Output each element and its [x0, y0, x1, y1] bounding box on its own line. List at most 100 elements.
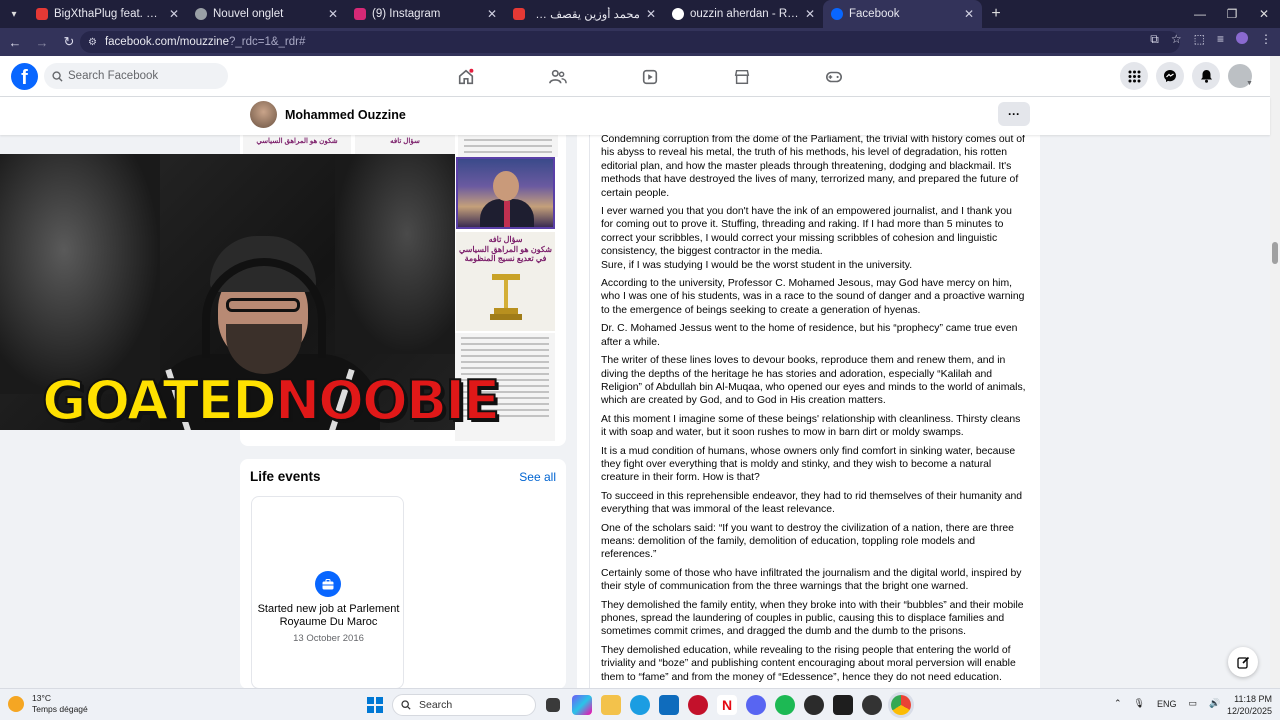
- nav-gaming[interactable]: [788, 56, 880, 97]
- politician-photo[interactable]: [456, 157, 555, 229]
- bookmark-star-icon[interactable]: ☆: [1171, 32, 1182, 47]
- volume-icon[interactable]: 🔊: [1209, 698, 1220, 709]
- life-event-tile[interactable]: Started new job at Parlement Royaume Du …: [251, 496, 404, 689]
- network-icon[interactable]: ▭: [1189, 698, 1198, 709]
- search-input[interactable]: Search Facebook: [44, 63, 228, 89]
- friends-icon: [549, 69, 567, 84]
- nav-video[interactable]: [604, 56, 696, 97]
- netflix-icon[interactable]: N: [717, 695, 737, 715]
- extensions-icon[interactable]: ⬚: [1194, 32, 1205, 47]
- chevron-down-icon: ▼: [1246, 79, 1253, 87]
- facebook-logo-icon[interactable]: f: [11, 63, 38, 90]
- nav-marketplace[interactable]: [696, 56, 788, 97]
- menu-kebab-icon[interactable]: ⋮: [1260, 32, 1272, 47]
- language-indicator[interactable]: ENG: [1157, 699, 1177, 709]
- tab-search-icon[interactable]: ▾: [0, 0, 28, 28]
- account-avatar[interactable]: ▼: [1228, 62, 1256, 90]
- news-clipping-text[interactable]: [458, 135, 558, 157]
- taskbar-apps: N: [543, 695, 911, 715]
- browser-tab[interactable]: BigXthaPlug feat. Offset - Climb ✕: [28, 0, 187, 28]
- header-actions: ▼: [1120, 62, 1256, 90]
- browser-tab[interactable]: Nouvel onglet ✕: [187, 0, 346, 28]
- event-title: Started new job at Parlement Royaume Du …: [257, 603, 400, 628]
- browser-tab-strip: ▾ BigXthaPlug feat. Offset - Climb ✕ Nou…: [0, 0, 1280, 28]
- chrome-icon[interactable]: [891, 695, 911, 715]
- windows-start-icon[interactable]: [367, 697, 383, 713]
- clipping-headline: سؤال تافه: [390, 138, 420, 145]
- weather-widget[interactable]: 13°C Temps dégagé: [8, 693, 88, 715]
- google-favicon-icon: [672, 8, 684, 20]
- address-bar[interactable]: ⚙ facebook.com/mouzzine?_rdc=1&_rdr#: [80, 31, 1180, 53]
- spotify-icon[interactable]: [775, 695, 795, 715]
- page-scrollbar[interactable]: [1270, 56, 1280, 688]
- discord-icon[interactable]: [746, 695, 766, 715]
- xbox-icon[interactable]: [804, 695, 824, 715]
- profile-avatar[interactable]: [250, 101, 277, 128]
- forward-icon[interactable]: →: [30, 30, 54, 54]
- microphone-icon[interactable]: 🎙: [1134, 698, 1145, 709]
- install-app-icon[interactable]: ⧉: [1150, 32, 1159, 47]
- browser-tab[interactable]: ouzzin aherdan - Recherche Goo ✕: [664, 0, 823, 28]
- tab-label: Facebook: [849, 8, 900, 20]
- browser-tab[interactable]: محمد أوزين يقصف شوف تيفي ✕: [505, 0, 664, 28]
- tab-close-icon[interactable]: ✕: [169, 7, 179, 21]
- more-options-button[interactable]: ···: [998, 102, 1030, 126]
- reload-icon[interactable]: ↻: [57, 30, 81, 54]
- task-view-icon[interactable]: [546, 698, 560, 712]
- youtube-favicon-icon: [513, 8, 525, 20]
- copilot-icon[interactable]: [572, 695, 592, 715]
- see-all-link[interactable]: See all: [519, 470, 556, 484]
- tab-label: ouzzin aherdan - Recherche Goo: [690, 8, 799, 20]
- chevron-up-icon[interactable]: ⌃: [1114, 698, 1122, 709]
- media-icon[interactable]: ≡: [1217, 32, 1224, 47]
- instagram-favicon-icon: [354, 8, 366, 20]
- event-date: 13 October 2016: [293, 633, 364, 644]
- tab-close-icon[interactable]: ✕: [328, 7, 338, 21]
- profile-avatar-icon[interactable]: [1236, 32, 1248, 44]
- menu-grid-icon[interactable]: [1120, 62, 1148, 90]
- site-info-icon[interactable]: ⚙: [88, 37, 97, 48]
- sun-icon: [8, 696, 24, 712]
- tab-label: (9) Instagram: [372, 8, 441, 20]
- post-paragraph: I ever warned you that you don't have th…: [601, 206, 1012, 271]
- section-title: Life events: [250, 469, 321, 484]
- media-app-icon[interactable]: [688, 695, 708, 715]
- taskbar-search[interactable]: Search: [392, 694, 536, 716]
- tab-close-icon[interactable]: ✕: [646, 7, 656, 21]
- date: 12/20/2025: [1226, 706, 1272, 716]
- back-icon[interactable]: ←: [3, 30, 27, 54]
- clock[interactable]: 11:18 PM 12/20/2025: [1222, 693, 1272, 717]
- maximize-icon[interactable]: ❐: [1216, 0, 1248, 28]
- gaming-icon: [825, 71, 843, 82]
- windows-taskbar: 13°C Temps dégagé Search N ⌃ 🎙 ENG ▭ 🔊 11…: [0, 688, 1280, 720]
- new-message-button[interactable]: [1228, 647, 1258, 677]
- notifications-bell-icon[interactable]: [1192, 62, 1220, 90]
- nav-home[interactable]: [420, 56, 512, 97]
- time: 11:18 PM: [1234, 694, 1272, 704]
- search-icon: [52, 70, 63, 82]
- post-card: Condemning corruption from the dome of t…: [577, 134, 1040, 688]
- award-image[interactable]: سؤال تافه شكون هو المراهق السياسي في تعديع…: [456, 232, 555, 331]
- tab-close-icon[interactable]: ✕: [487, 7, 497, 21]
- tab-close-icon[interactable]: ✕: [805, 7, 815, 21]
- tab-close-icon[interactable]: ✕: [964, 7, 974, 21]
- close-window-icon[interactable]: ✕: [1248, 0, 1280, 28]
- minimize-icon[interactable]: —: [1184, 0, 1216, 28]
- profile-name[interactable]: Mohammed Ouzzine: [285, 108, 406, 122]
- youtube-favicon-icon: [36, 8, 48, 20]
- game-launcher-icon[interactable]: [862, 695, 882, 715]
- edge-icon[interactable]: [630, 695, 650, 715]
- award-headline: سؤال تافه شكون هو المراهق السياسي في تعديع…: [459, 235, 552, 264]
- messenger-icon[interactable]: [1156, 62, 1184, 90]
- post-paragraph: Condemning corruption from the dome of t…: [601, 134, 1025, 199]
- scrollbar-thumb[interactable]: [1272, 242, 1278, 264]
- store-icon[interactable]: [659, 695, 679, 715]
- nav-friends[interactable]: [512, 56, 604, 97]
- post-paragraph: It is a mud condition of humans, whose o…: [601, 445, 1016, 484]
- file-explorer-icon[interactable]: [601, 695, 621, 715]
- browser-tab-active[interactable]: Facebook ✕: [823, 0, 982, 28]
- browser-tab[interactable]: (9) Instagram ✕: [346, 0, 505, 28]
- life-events-card: Life events See all Started new job at P…: [240, 459, 566, 689]
- terminal-icon[interactable]: [833, 695, 853, 715]
- new-tab-icon[interactable]: +: [982, 5, 1010, 23]
